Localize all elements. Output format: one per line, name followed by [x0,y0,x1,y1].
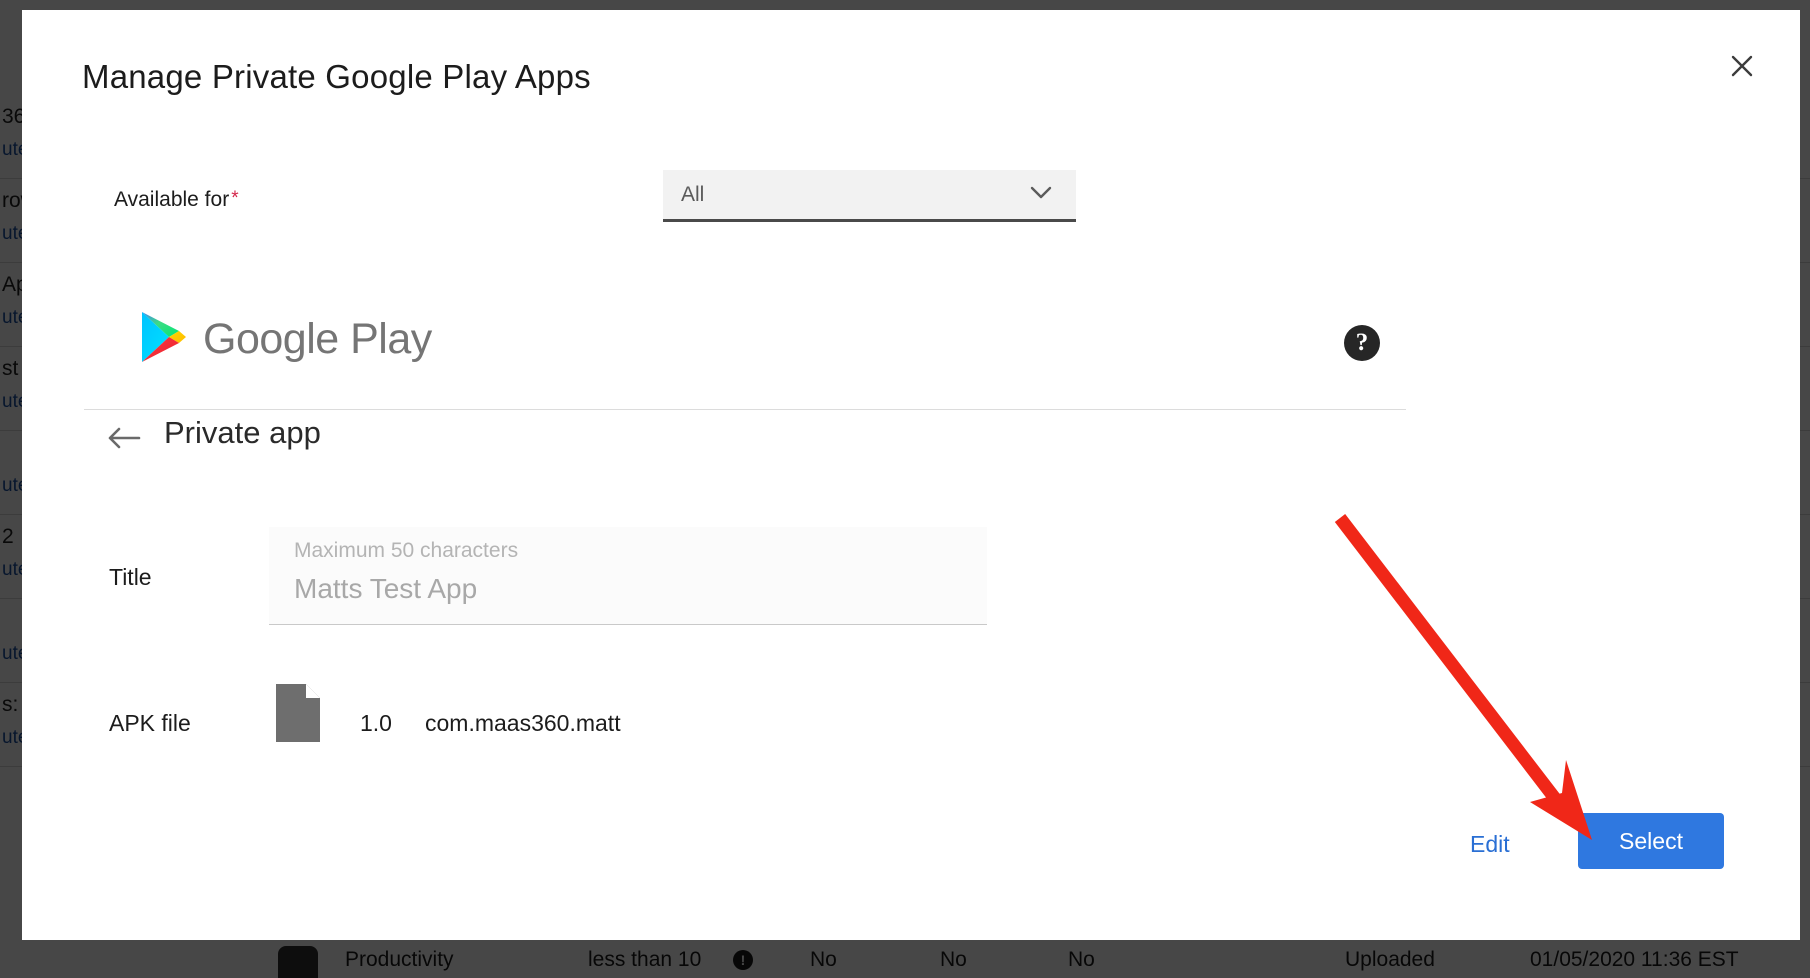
apk-version: 1.0 [360,710,392,736]
help-question-icon[interactable]: ? [1344,325,1380,361]
title-input-hint: Maximum 50 characters [294,539,519,562]
google-play-wordmark: Google Play [203,315,432,363]
google-play-header: Google Play ? [84,288,1406,410]
available-for-select[interactable]: All [663,170,1076,222]
available-for-label-text: Available for [114,188,230,211]
title-field-label: Title [109,564,152,590]
google-play-logo: Google Play [139,310,432,369]
apk-file-label: APK file [109,710,191,736]
arrow-left-icon[interactable] [107,425,141,455]
title-input-value: Matts Test App [294,573,478,604]
select-button[interactable]: Select [1578,813,1724,869]
available-for-selected-value: All [681,183,705,206]
page-title: Manage Private Google Play Apps [82,58,591,95]
close-icon[interactable] [1722,46,1762,86]
screenshot-root: 360 ute row ute App ute st ute ute 2 ute [0,0,1810,978]
chevron-down-icon [1030,186,1052,200]
title-input[interactable]: Maximum 50 characters Matts Test App [269,527,987,625]
available-for-label: Available for * [114,188,239,212]
required-asterisk: * [231,188,239,209]
document-file-icon [274,682,322,744]
google-play-triangle-icon [139,310,189,369]
edit-button[interactable]: Edit [1460,825,1520,864]
manage-private-google-play-apps-dialog: Manage Private Google Play Apps Availabl… [22,10,1800,940]
apk-package-name: com.maas360.matt [425,710,621,736]
private-app-heading: Private app [164,415,321,450]
